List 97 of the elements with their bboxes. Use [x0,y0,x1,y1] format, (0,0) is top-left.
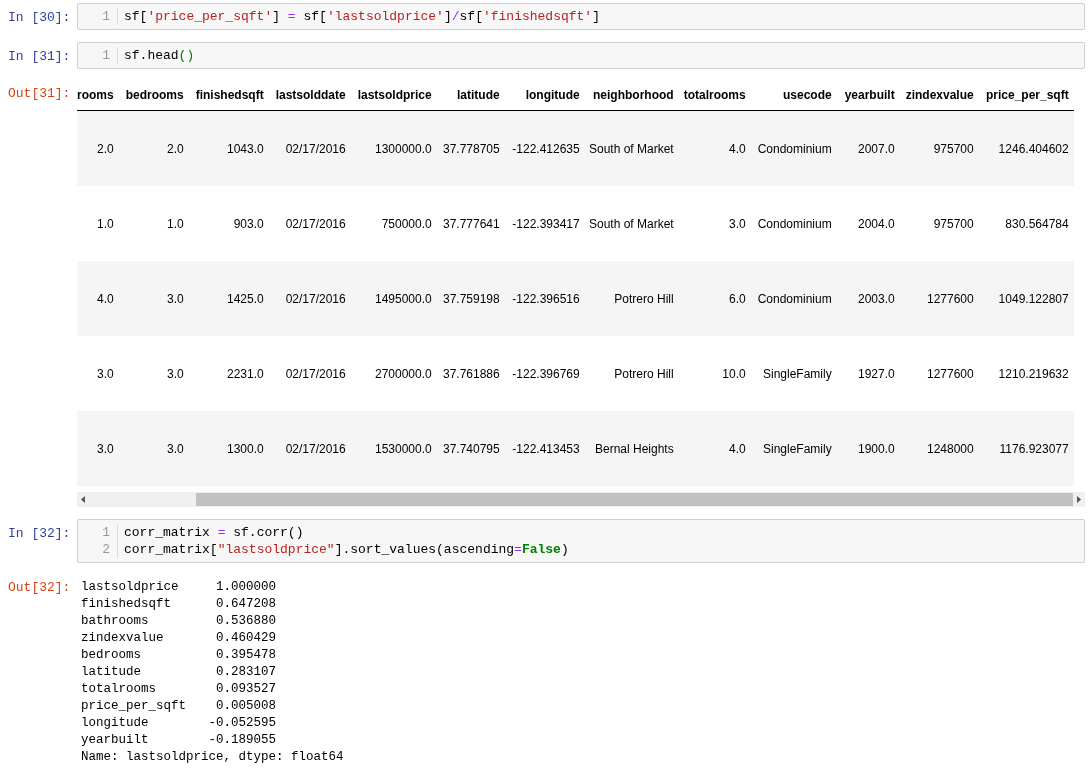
output-prompt: Out[31]: [8,85,72,101]
table-cell: Potrero Hill [584,336,679,411]
line-number: 1 [101,47,110,64]
column-header: totalrooms [678,79,751,111]
text-output: lastsoldprice 1.000000 finishedsqft 0.647208 bathrooms 0.536880 zindexvalue 0.460429 bedrooms 0.395478 latitude 0.283107 totalrooms 0.093527 price_per_sqft 0.005008 longitude -0.052595 yearbuilt -0.189055 Name: lastsoldprice, dtype: float64 [80,579,344,766]
table-cell: 02/17/2016 [268,186,351,261]
table-cell: 1.0 [77,186,119,261]
table-cell: 2003.0 [836,261,900,336]
line-number: 2 [101,541,110,558]
column-header: lastsoldprice [350,79,437,111]
table-cell: 975700 [899,110,979,186]
table-cell: 1927.0 [836,336,900,411]
table-cell: -122.396769 [504,336,585,411]
table-cell: 1246.404602 [978,110,1074,186]
line-number: 1 [101,524,110,541]
table-cell: SingleFamily [750,411,837,486]
cell-prompt: In [31]: [8,48,72,64]
table-cell: 1176.923077 [978,411,1074,486]
table-cell: Condominium [750,110,837,186]
table-cell: 1.0 [118,186,189,261]
column-header: zindexvalue [899,79,979,111]
table-cell: 2007.0 [836,110,900,186]
table-cell: 02/17/2016 [268,411,351,486]
table-cell: 975700 [899,186,979,261]
table-cell: 1049.122807 [978,261,1074,336]
table-cell: 1300000.0 [350,110,437,186]
column-header: neighborhood [584,79,679,111]
column-header: usecode [750,79,837,111]
output-prompt: Out[32]: [8,579,72,595]
cell-prompt: In [32]: [8,525,72,541]
code-line: sf.head() [124,47,195,64]
table-cell: 2004.0 [836,186,900,261]
table-cell: 02/17/2016 [268,110,351,186]
table-cell: 37.761886 [436,336,505,411]
table-cell: 1495000.0 [350,261,437,336]
table-cell: -122.413453 [504,411,585,486]
table-cell: 3.0 [678,186,751,261]
table-cell: 1277600 [899,261,979,336]
table-cell: 1425.0 [188,261,269,336]
table-cell: -122.412635 [504,110,585,186]
table-cell: 4.0 [678,411,751,486]
table-cell: South of Market [584,186,679,261]
table-cell: 4.0 [77,261,119,336]
column-header: yearbuilt [836,79,900,111]
column-header: latitude [436,79,505,111]
table-cell: 750000.0 [350,186,437,261]
table-cell: -122.393417 [504,186,585,261]
table-cell: 02/17/2016 [268,336,351,411]
table-cell: 1277600 [899,336,979,411]
table-cell: South of Market [584,110,679,186]
table-cell: Bernal Heights [584,411,679,486]
table-cell: 37.777641 [436,186,505,261]
line-number: 1 [101,8,110,25]
table-cell: 2.0 [77,110,119,186]
table-cell: 1043.0 [188,110,269,186]
column-header: finishedsqft [188,79,269,111]
table-cell: 3.0 [118,336,189,411]
code-line: sf['price_per_sqft'] = sf['lastsoldprice']/sf['finishedsqft'] [124,8,600,25]
table-cell: SingleFamily [750,336,837,411]
table-cell: 3.0 [77,411,119,486]
code-line: corr_matrix["lastsoldprice"].sort_values(ascending=False) [124,541,569,558]
table-cell: 1900.0 [836,411,900,486]
cell-prompt: In [30]: [8,9,72,25]
table-cell: 1300.0 [188,411,269,486]
table-cell: -122.396516 [504,261,585,336]
code-cell-input[interactable]: 1 2 corr_matrix = sf.corr() corr_matrix["lastsoldprice"].sort_values(ascending=False) [77,519,1085,563]
column-header: rooms [77,79,119,111]
table-cell: 37.740795 [436,411,505,486]
table-cell: 6.0 [678,261,751,336]
table-cell: 830.564784 [978,186,1074,261]
table-cell: 2700000.0 [350,336,437,411]
column-header: longitude [504,79,585,111]
code-line: corr_matrix = sf.corr() [124,524,305,541]
table-cell: 1210.219632 [978,336,1074,411]
table-cell: Potrero Hill [584,261,679,336]
table-cell: 1248000 [899,411,979,486]
table-cell: Condominium [750,186,837,261]
table-cell: 3.0 [77,336,119,411]
horizontal-scrollbar[interactable] [77,492,1085,507]
table-cell: 903.0 [188,186,269,261]
table-cell: 3.0 [118,411,189,486]
table-cell: 2.0 [118,110,189,186]
table-cell: 37.778705 [436,110,505,186]
column-header: bedrooms [118,79,189,111]
column-header: price_per_sqft [978,79,1074,111]
table-cell: 3.0 [118,261,189,336]
code-cell-input[interactable]: 1 sf['price_per_sqft'] = sf['lastsoldprice']/sf['finishedsqft'] [77,3,1085,30]
table-cell: 02/17/2016 [268,261,351,336]
table-cell: 10.0 [678,336,751,411]
column-header: lastsolddate [268,79,351,111]
table-cell: 1530000.0 [350,411,437,486]
table-cell: Condominium [750,261,837,336]
table-cell: 4.0 [678,110,751,186]
table-cell: 37.759198 [436,261,505,336]
table-cell: 2231.0 [188,336,269,411]
code-cell-input[interactable]: 1 sf.head() [77,42,1085,69]
scrollbar-thumb[interactable] [196,493,1073,506]
